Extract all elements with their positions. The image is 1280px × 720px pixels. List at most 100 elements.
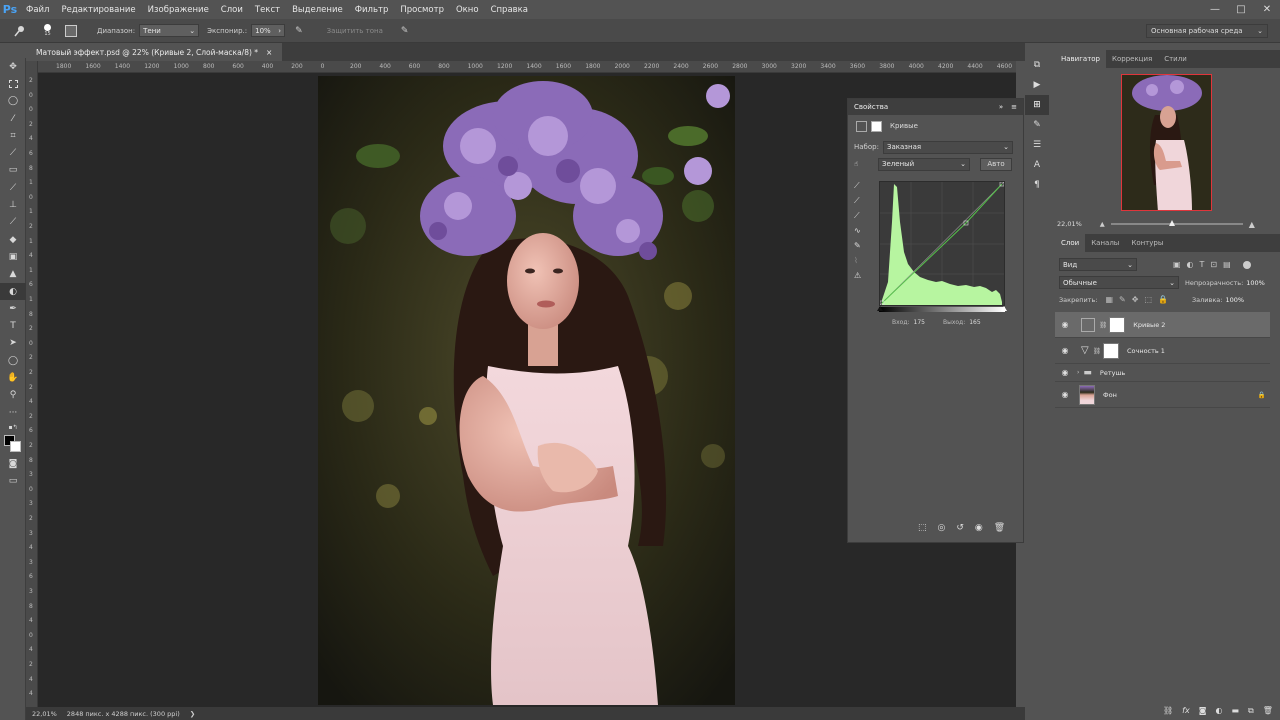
blend-mode-select[interactable]: Обычные ⌄: [1059, 276, 1179, 289]
layer-name[interactable]: Ретушь: [1100, 369, 1125, 377]
gradient-icon[interactable]: ▣: [0, 248, 26, 265]
eyedropper-icon[interactable]: ⟋: [0, 144, 26, 161]
layer-row-background[interactable]: ◉ Фон 🔒: [1055, 382, 1270, 408]
character-icon[interactable]: A: [1025, 155, 1049, 175]
menu-edit[interactable]: Редактирование: [55, 5, 141, 15]
pen-icon[interactable]: ✒: [0, 300, 26, 317]
status-zoom[interactable]: 22,01%: [32, 710, 57, 718]
add-mask-icon[interactable]: ◙: [1199, 706, 1207, 716]
layer-name[interactable]: Кривые 2: [1133, 321, 1165, 329]
channel-select[interactable]: Зеленый ⌄: [878, 157, 970, 171]
gray-point-eyedropper-icon[interactable]: ⟋: [854, 196, 872, 211]
background-thumbnail[interactable]: [1079, 384, 1095, 405]
layer-filter-select[interactable]: Вид ⌄: [1059, 258, 1137, 271]
workspace-select[interactable]: Основная рабочая среда ⌄: [1146, 24, 1268, 38]
eye-icon[interactable]: ◉: [1057, 320, 1073, 329]
input-slider-white[interactable]: [1001, 306, 1007, 311]
marquee-icon[interactable]: [0, 75, 26, 92]
layer-row-vibrance-1[interactable]: ◉ ▽ ⛓ Сочность 1: [1055, 338, 1270, 364]
delete-adjustment-icon[interactable]: 🗑: [994, 523, 1005, 533]
opacity-value[interactable]: 100%: [1246, 279, 1265, 287]
black-point-eyedropper-icon[interactable]: ⟋: [854, 181, 872, 196]
pencil-tool-icon[interactable]: ✎: [854, 241, 872, 256]
menu-layers[interactable]: Слои: [215, 5, 249, 15]
navigator-zoom-value[interactable]: 22,01%: [1057, 220, 1082, 228]
lasso-icon[interactable]: ◯: [0, 93, 26, 110]
paragraph-icon[interactable]: ¶: [1025, 175, 1049, 195]
link-icon[interactable]: ⛓: [1163, 706, 1173, 716]
layer-name[interactable]: Сочность 1: [1127, 347, 1165, 355]
menu-image[interactable]: Изображение: [142, 5, 215, 15]
exposure-input[interactable]: 10% ›: [251, 24, 286, 37]
move-icon[interactable]: ✥: [0, 58, 26, 75]
dodge-tool-preset-icon[interactable]: [10, 25, 30, 37]
filter-icons[interactable]: ▣◐T⊡▤: [1173, 260, 1237, 269]
clip-to-layer-icon[interactable]: ⬚: [918, 523, 927, 533]
expand-arrow-icon[interactable]: ›: [1077, 369, 1079, 376]
collapse-panel-icon[interactable]: »: [999, 103, 1003, 111]
healing-icon[interactable]: ▭: [0, 162, 26, 179]
properties-icon[interactable]: ⊞: [1025, 95, 1049, 115]
panel-menu-icon[interactable]: ≡: [1011, 103, 1017, 111]
input-slider-black[interactable]: [877, 306, 883, 311]
filter-toggle-icon[interactable]: [1242, 260, 1251, 269]
zoom-slider[interactable]: [1110, 220, 1243, 226]
menu-type[interactable]: Текст: [249, 5, 286, 15]
clipping-warning-icon[interactable]: ⚠: [854, 271, 872, 286]
smooth-icon[interactable]: ⌇: [854, 256, 872, 271]
view-previous-icon[interactable]: ◎: [938, 523, 946, 533]
brush-panel-icon[interactable]: [65, 24, 77, 37]
layer-mask-thumbnail[interactable]: [1109, 316, 1126, 333]
protect-tones-checkbox[interactable]: Защитить тона: [327, 27, 383, 35]
layer-row-curves-2[interactable]: ◉ ⛓ Кривые 2: [1055, 312, 1270, 338]
path-select-icon[interactable]: ➤: [0, 335, 26, 352]
tab-channels[interactable]: Каналы: [1085, 234, 1125, 252]
layer-mask-thumbnail[interactable]: [1102, 342, 1119, 359]
more-icon[interactable]: ···: [0, 404, 26, 421]
curves-graph[interactable]: [879, 181, 1005, 306]
zoom-slider-thumb[interactable]: [1168, 220, 1175, 226]
curve-point-tool-icon[interactable]: ∿: [854, 226, 872, 241]
menu-help[interactable]: Справка: [485, 5, 534, 15]
shape-icon[interactable]: ◯: [0, 352, 26, 369]
tab-navigator[interactable]: Навигатор: [1055, 50, 1106, 68]
screen-mode-icon[interactable]: ▭: [0, 473, 26, 490]
stamp-icon[interactable]: ⊥: [0, 196, 26, 213]
blur-icon[interactable]: ▲: [0, 266, 26, 283]
zoom-out-icon[interactable]: ▲: [1100, 220, 1105, 228]
pressure-icon[interactable]: ✎: [401, 26, 409, 36]
tool-presets-icon[interactable]: ☰: [1025, 135, 1049, 155]
eraser-icon[interactable]: ◆: [0, 231, 26, 248]
close-tab-icon[interactable]: ×: [266, 48, 272, 57]
layer-name[interactable]: Фон: [1103, 391, 1117, 399]
output-value[interactable]: 165: [969, 319, 980, 326]
brush-presets-icon[interactable]: ✎: [1025, 115, 1049, 135]
magic-wand-icon[interactable]: ⁄: [0, 110, 26, 127]
layer-row-retouch-group[interactable]: ◉ › ▬ Ретушь: [1055, 364, 1270, 382]
eye-icon[interactable]: ◉: [1057, 390, 1073, 399]
menu-view[interactable]: Просмотр: [394, 5, 450, 15]
new-adjustment-icon[interactable]: ◐: [1215, 706, 1222, 716]
default-colors-icon[interactable]: ▪↰: [0, 421, 26, 433]
background-color-swatch[interactable]: [10, 441, 21, 453]
zoom-in-icon[interactable]: ▲: [1249, 220, 1255, 229]
new-layer-icon[interactable]: ⧉: [1248, 706, 1254, 716]
maximize-button[interactable]: □: [1228, 0, 1254, 19]
reset-icon[interactable]: ↺: [956, 523, 964, 533]
menu-filter[interactable]: Фильтр: [349, 5, 395, 15]
type-icon[interactable]: T: [0, 317, 26, 334]
minimize-button[interactable]: —: [1202, 0, 1228, 19]
chain-icon[interactable]: ⛓: [1099, 321, 1107, 329]
zoom-icon[interactable]: ⚲: [0, 387, 26, 404]
hand-icon[interactable]: ✋: [0, 369, 26, 386]
document-photo[interactable]: [318, 76, 735, 705]
color-swatches[interactable]: [0, 433, 26, 455]
tab-adjustments[interactable]: Коррекция: [1106, 50, 1158, 68]
new-group-icon[interactable]: ▬: [1231, 706, 1239, 716]
range-select[interactable]: Тени ⌄: [139, 24, 200, 37]
quick-mask-icon[interactable]: ◙: [0, 455, 26, 472]
actions-icon[interactable]: ▶: [1025, 75, 1049, 95]
input-value[interactable]: 175: [914, 319, 925, 326]
fx-icon[interactable]: fx: [1182, 706, 1190, 716]
document-tab[interactable]: Матовый эффект.psd @ 22% (Кривые 2, Слой…: [26, 43, 283, 61]
